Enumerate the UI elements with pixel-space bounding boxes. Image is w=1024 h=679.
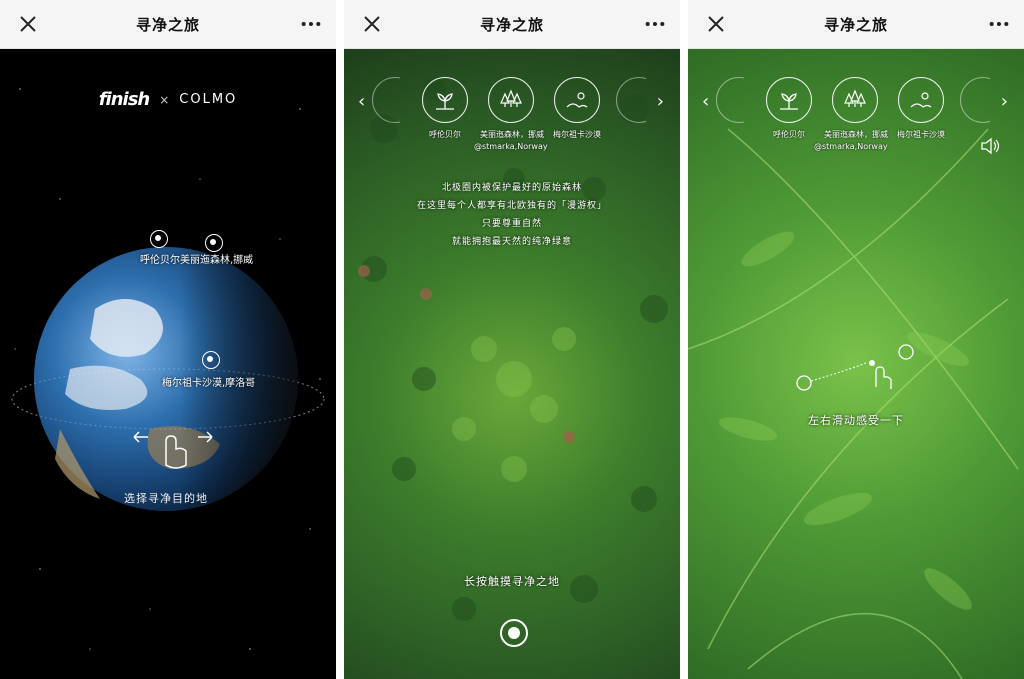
destination-label: 美丽迤森林，挪威 xyxy=(480,130,544,139)
destination-label: 呼伦贝尔 xyxy=(429,130,461,139)
page-title: 寻净之旅 xyxy=(823,15,888,34)
location-marker-norway[interactable] xyxy=(205,234,223,252)
destination-partial-left[interactable] xyxy=(372,77,400,123)
hint-swipe: 左右滑动感受一下 xyxy=(808,414,904,427)
location-marker-hulunbuir[interactable] xyxy=(150,230,168,248)
destination-label: 美丽迤森林，挪威 xyxy=(824,130,888,139)
poem-line: 在这里每个人都享有北欧独有的「漫游权」 xyxy=(416,201,607,211)
destination-morocco[interactable]: 梅尔祖卡沙漠 xyxy=(546,77,608,140)
close-icon[interactable] xyxy=(16,12,40,36)
top-bar: 寻净之旅 xyxy=(688,0,1024,49)
swipe-hand-icon xyxy=(133,431,213,469)
page-title: 寻净之旅 xyxy=(479,15,544,34)
swipe-gesture-icon xyxy=(796,344,914,391)
destination-hulunbuir[interactable]: 呼伦贝尔 xyxy=(414,77,476,140)
label-norway[interactable]: 美丽迤森林,挪威 xyxy=(180,251,253,266)
photo-credit: @stmarka,Norway xyxy=(474,142,548,151)
destination-partial-right[interactable] xyxy=(960,77,990,123)
long-press-button[interactable] xyxy=(500,619,528,647)
panel-forest: 寻净之旅 ‹ › 呼伦贝尔 美丽迤森林，挪威 梅尔祖卡沙漠 @stmarka,N… xyxy=(344,0,680,679)
top-bar: 寻净之旅 xyxy=(344,0,680,49)
destination-label: 梅尔祖卡沙漠 xyxy=(553,130,601,139)
label-hulunbuir[interactable]: 呼伦贝尔 xyxy=(140,251,180,266)
plant-icon xyxy=(780,93,798,110)
more-icon[interactable] xyxy=(300,13,322,35)
speaker-icon[interactable] xyxy=(978,134,1002,158)
more-icon[interactable] xyxy=(644,13,666,35)
photo-credit: @stmarka,Norway xyxy=(814,142,888,151)
forest-icon xyxy=(500,89,522,107)
destination-hulunbuir[interactable]: 呼伦贝尔 xyxy=(758,77,820,140)
hint-select-destination: 选择寻净目的地 xyxy=(124,492,208,505)
earth-globe[interactable] xyxy=(0,49,336,679)
globe-view[interactable]: finish × COLMO 呼伦贝尔 美丽迤森林,挪威 梅尔祖卡沙漠,摩洛哥 … xyxy=(0,49,336,679)
forest-icon xyxy=(844,89,866,107)
desert-icon xyxy=(566,92,588,108)
more-icon[interactable] xyxy=(988,13,1010,35)
panel-fern: 寻净之旅 ‹ › 呼伦贝尔 美丽迤森林，挪威 梅尔祖卡沙漠 @stmarka,N… xyxy=(688,0,1024,679)
top-bar: 寻净之旅 xyxy=(0,0,336,49)
hint-long-press: 长按触摸寻净之地 xyxy=(464,575,560,588)
location-marker-morocco[interactable] xyxy=(202,351,220,369)
destination-description: 北极圈内被保护最好的原始森林 在这里每个人都享有北欧独有的「漫游权」 只要尊重自… xyxy=(344,179,680,251)
destination-label: 呼伦贝尔 xyxy=(773,130,805,139)
destination-norway[interactable]: 美丽迤森林，挪威 xyxy=(824,77,888,140)
plant-icon xyxy=(436,93,454,110)
destination-partial-right[interactable] xyxy=(616,77,646,123)
poem-line: 北极圈内被保护最好的原始森林 xyxy=(441,183,582,193)
destination-label: 梅尔祖卡沙漠 xyxy=(897,130,945,139)
panel-globe: 寻净之旅 finish × COLMO 呼伦贝尔 美丽迤森林,挪威 梅尔祖卡沙漠… xyxy=(0,0,336,679)
poem-line: 只要尊重自然 xyxy=(481,219,542,229)
destination-morocco[interactable]: 梅尔祖卡沙漠 xyxy=(890,77,952,140)
destination-partial-left[interactable] xyxy=(716,77,744,123)
desert-icon xyxy=(910,92,932,108)
forest-view[interactable]: ‹ › 呼伦贝尔 美丽迤森林，挪威 梅尔祖卡沙漠 @stmarka,Norway xyxy=(344,49,680,679)
close-icon[interactable] xyxy=(360,12,384,36)
poem-line: 就能拥抱最天然的纯净绿意 xyxy=(451,237,572,247)
destination-norway[interactable]: 美丽迤森林，挪威 xyxy=(480,77,544,140)
label-morocco[interactable]: 梅尔祖卡沙漠,摩洛哥 xyxy=(162,374,255,389)
close-icon[interactable] xyxy=(704,12,728,36)
page-title: 寻净之旅 xyxy=(135,15,200,34)
fern-view[interactable]: ‹ › 呼伦贝尔 美丽迤森林，挪威 梅尔祖卡沙漠 @stmarka,Norway xyxy=(688,49,1024,679)
